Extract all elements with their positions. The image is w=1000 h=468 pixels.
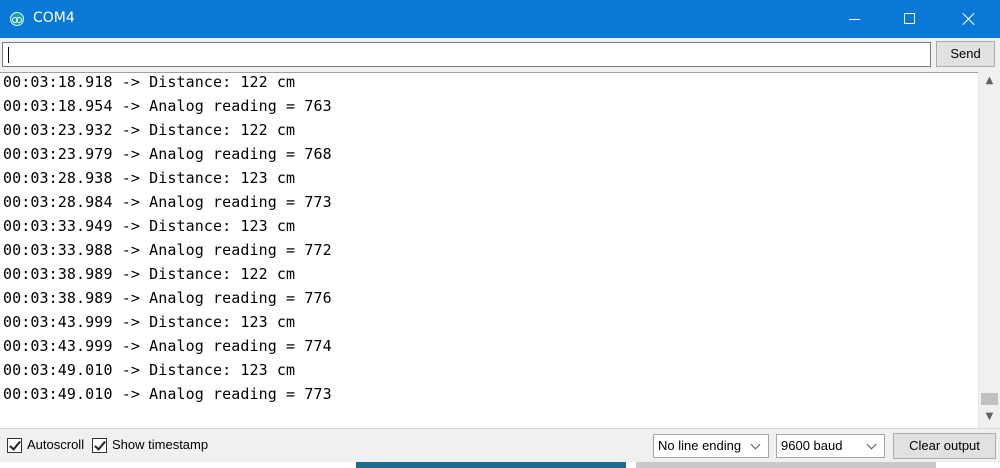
log-line: 00:03:38.989 -> Distance: 122 cm	[3, 265, 296, 283]
background-window-fragment	[636, 462, 936, 468]
line-ending-value: No line ending	[658, 438, 742, 453]
line-ending-select[interactable]: No line ending	[653, 434, 769, 458]
maximize-button[interactable]	[887, 0, 933, 38]
log-line: 00:03:49.010 -> Analog reading = 773	[3, 385, 332, 403]
arduino-icon	[10, 12, 24, 26]
log-line: 00:03:43.999 -> Analog reading = 774	[3, 337, 332, 355]
title-bar: COM4	[0, 0, 1000, 38]
text-caret	[8, 47, 9, 63]
serial-output: 00:03:18.918 -> Distance: 122 cm 00:03:1…	[0, 72, 978, 428]
show-timestamp-checkbox[interactable]	[92, 438, 107, 453]
chevron-down-icon	[750, 436, 762, 456]
scroll-down-arrow-icon[interactable]: ▼	[979, 408, 1000, 426]
scrollbar-thumb[interactable]	[981, 393, 998, 405]
close-button[interactable]	[946, 0, 992, 38]
chevron-down-icon	[866, 436, 878, 456]
send-button[interactable]: Send	[936, 41, 995, 67]
background-window-fragment	[356, 462, 626, 468]
autoscroll-checkbox[interactable]	[7, 438, 22, 453]
scroll-up-arrow-icon[interactable]: ▲	[979, 72, 1000, 90]
background-window-strip	[0, 462, 1000, 468]
autoscroll-label: Autoscroll	[27, 437, 85, 452]
log-line: 00:03:23.932 -> Distance: 122 cm	[3, 121, 296, 139]
log-line: 00:03:33.988 -> Analog reading = 772	[3, 241, 332, 259]
log-line: 00:03:28.984 -> Analog reading = 773	[3, 193, 332, 211]
show-timestamp-label: Show timestamp	[112, 437, 209, 452]
log-line: 00:03:18.918 -> Distance: 122 cm	[3, 73, 296, 91]
log-line: 00:03:38.989 -> Analog reading = 776	[3, 289, 332, 307]
baud-rate-value: 9600 baud	[781, 438, 843, 453]
minimize-button[interactable]	[831, 0, 877, 38]
footer-bar: Autoscroll Show timestamp No line ending…	[0, 428, 1000, 462]
close-icon	[962, 12, 976, 26]
baud-rate-select[interactable]: 9600 baud	[776, 434, 885, 458]
log-line: 00:03:33.949 -> Distance: 123 cm	[3, 217, 296, 235]
serial-input[interactable]	[2, 42, 931, 67]
clear-output-button[interactable]: Clear output	[893, 433, 996, 459]
log-line: 00:03:28.938 -> Distance: 123 cm	[3, 169, 296, 187]
log-line: 00:03:43.999 -> Distance: 123 cm	[3, 313, 296, 331]
send-row: Send	[0, 38, 1000, 72]
maximize-icon	[904, 13, 915, 24]
log-line: 00:03:18.954 -> Analog reading = 763	[3, 97, 332, 115]
window-title: COM4	[33, 10, 75, 26]
log-line: 00:03:23.979 -> Analog reading = 768	[3, 145, 332, 163]
vertical-scrollbar[interactable]: ▲ ▼	[978, 72, 1000, 428]
minimize-icon	[849, 19, 860, 20]
log-line: 00:03:49.010 -> Distance: 123 cm	[3, 361, 296, 379]
